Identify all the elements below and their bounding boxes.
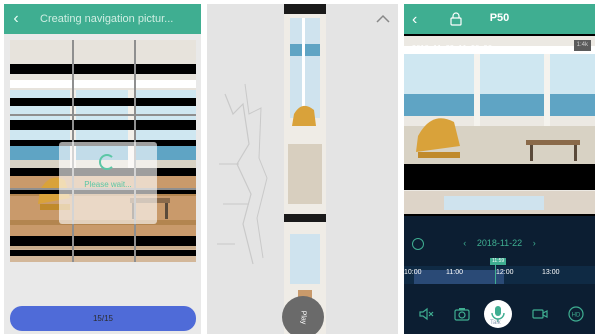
grid-line xyxy=(10,114,196,116)
timeline-tick: 12:00 xyxy=(496,269,514,276)
svg-text:HD: HD xyxy=(572,313,581,319)
osd-timestamp: 2018-11-22 11:59:58 xyxy=(412,44,493,52)
strip-image xyxy=(284,4,326,334)
missing-band xyxy=(10,120,196,130)
loading-text: Please wait... xyxy=(84,180,132,189)
hd-icon[interactable]: HD xyxy=(568,306,584,322)
right-blank-area xyxy=(326,4,398,334)
progress-bar: 15/15 xyxy=(10,306,196,331)
timeline-tick: 10:00 xyxy=(404,269,422,276)
missing-band xyxy=(10,250,196,256)
chevron-up-icon[interactable] xyxy=(376,12,390,26)
playhead-time: 11:59 xyxy=(490,258,507,265)
missing-band xyxy=(10,64,196,74)
back-arrow-icon[interactable]: ‹ xyxy=(4,4,28,34)
screenshot-stage: ‹ Creating navigation pictur... Please w… xyxy=(0,0,595,335)
missing-band xyxy=(10,236,196,246)
loading-dialog: Please wait... xyxy=(59,142,157,224)
camera-icon[interactable] xyxy=(454,306,470,322)
header-bar: ‹ P50 xyxy=(404,4,595,34)
panorama-rotation-screen: Play xyxy=(207,4,398,334)
missing-band xyxy=(10,98,196,106)
play-button-label: Play xyxy=(299,310,307,324)
video-record-icon[interactable] xyxy=(532,306,548,322)
timeline-scrubber[interactable]: 10:00 11:00 12:00 13:00 11:59 xyxy=(404,258,595,284)
faded-room-sketch xyxy=(217,83,268,265)
talk-label: Talk xyxy=(490,320,501,326)
previous-date-arrow-icon[interactable]: ‹ xyxy=(463,238,466,248)
date-selector: ‹ 2018-11-22 › xyxy=(404,236,595,252)
screen-title: Creating navigation pictur... xyxy=(40,13,174,25)
progress-count: 15/15 xyxy=(92,314,114,323)
timeline-tick: 11:00 xyxy=(446,269,463,276)
navigation-picture-screen: ‹ Creating navigation pictur... Please w… xyxy=(4,4,201,334)
timeline-tick: 13:00 xyxy=(542,269,560,276)
next-date-arrow-icon[interactable]: › xyxy=(533,238,536,248)
loading-spinner-icon xyxy=(99,154,115,170)
current-date: 2018-11-22 xyxy=(476,238,523,248)
vertical-panorama-strip[interactable] xyxy=(284,4,326,334)
play-button[interactable]: Play xyxy=(282,296,324,334)
header-bar: ‹ Creating navigation pictur... xyxy=(4,4,201,34)
mute-icon[interactable] xyxy=(418,306,434,322)
date-display: ‹ 2018-11-22 › xyxy=(404,238,595,248)
video-gap xyxy=(404,164,595,190)
playback-screen: ‹ P50 2018-11-22 11:59:58 1:4k ‹ 2018-11… xyxy=(404,4,595,334)
playback-controls: ‹ 2018-11-22 › 10:00 11:00 12:00 13:00 1… xyxy=(404,216,595,334)
device-title: P50 xyxy=(489,12,510,24)
resolution-badge: 1:4k xyxy=(573,40,591,51)
